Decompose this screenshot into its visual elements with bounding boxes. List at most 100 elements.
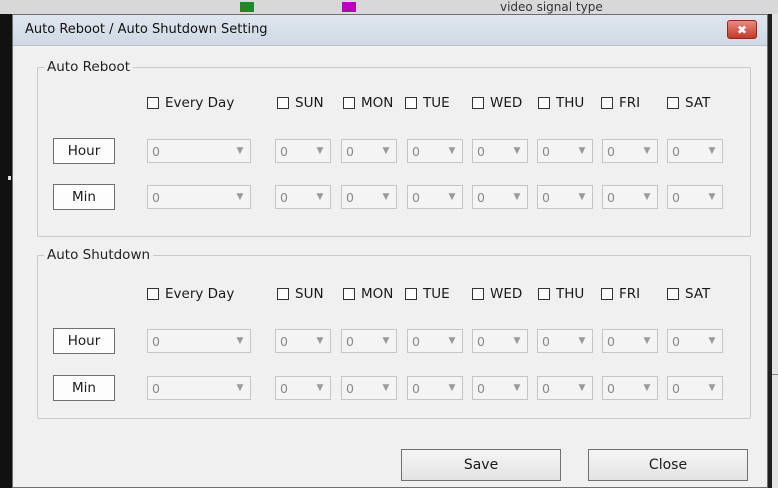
dropdown-arrow-icon[interactable]: ▼: [705, 381, 719, 395]
shutdown-hour-mon-select[interactable]: 0 ▼: [341, 329, 397, 353]
dropdown-arrow-icon[interactable]: ▼: [445, 144, 459, 158]
checkbox-icon[interactable]: [472, 97, 484, 109]
shutdown-hour-tue-select[interactable]: 0 ▼: [407, 329, 463, 353]
dropdown-arrow-icon[interactable]: ▼: [233, 144, 247, 158]
dropdown-arrow-icon[interactable]: ▼: [313, 190, 327, 204]
close-button[interactable]: Close: [588, 449, 748, 481]
dropdown-arrow-icon[interactable]: ▼: [379, 381, 393, 395]
shutdown-sat-checkbox[interactable]: SAT: [667, 284, 710, 304]
dropdown-arrow-icon[interactable]: ▼: [705, 334, 719, 348]
checkbox-icon[interactable]: [601, 288, 613, 300]
checkbox-icon[interactable]: [667, 97, 679, 109]
checkbox-icon[interactable]: [277, 97, 289, 109]
dropdown-arrow-icon[interactable]: ▼: [379, 190, 393, 204]
shutdown-sun-checkbox[interactable]: SUN: [277, 284, 324, 304]
reboot-min-every-day-select[interactable]: 0 ▼: [147, 185, 251, 209]
checkbox-icon[interactable]: [601, 97, 613, 109]
shutdown-hour-button[interactable]: Hour: [53, 328, 115, 354]
shutdown-hour-every-day-select[interactable]: 0 ▼: [147, 329, 251, 353]
dropdown-arrow-icon[interactable]: ▼: [510, 144, 524, 158]
dropdown-arrow-icon[interactable]: ▼: [510, 334, 524, 348]
dropdown-arrow-icon[interactable]: ▼: [510, 381, 524, 395]
checkbox-icon[interactable]: [405, 97, 417, 109]
reboot-hour-sun-select[interactable]: 0 ▼: [275, 139, 331, 163]
reboot-tue-checkbox[interactable]: TUE: [405, 93, 450, 113]
checkbox-icon[interactable]: [472, 288, 484, 300]
reboot-hour-tue-select[interactable]: 0 ▼: [407, 139, 463, 163]
checkbox-icon[interactable]: [667, 288, 679, 300]
shutdown-wed-checkbox[interactable]: WED: [472, 284, 522, 304]
reboot-min-sat-select[interactable]: 0 ▼: [667, 185, 723, 209]
checkbox-icon[interactable]: [538, 97, 550, 109]
shutdown-min-button[interactable]: Min: [53, 375, 115, 401]
shutdown-hour-sat-select[interactable]: 0 ▼: [667, 329, 723, 353]
checkbox-icon[interactable]: [538, 288, 550, 300]
reboot-hour-button[interactable]: Hour: [53, 138, 115, 164]
reboot-hour-sat-select[interactable]: 0 ▼: [667, 139, 723, 163]
shutdown-min-mon-select[interactable]: 0 ▼: [341, 376, 397, 400]
checkbox-icon[interactable]: [147, 97, 159, 109]
reboot-min-fri-select[interactable]: 0 ▼: [602, 185, 658, 209]
shutdown-every-day-checkbox[interactable]: Every Day: [147, 284, 234, 304]
shutdown-hour-wed-select[interactable]: 0 ▼: [472, 329, 528, 353]
dropdown-arrow-icon[interactable]: ▼: [575, 381, 589, 395]
checkbox-icon[interactable]: [277, 288, 289, 300]
shutdown-min-sun-select[interactable]: 0 ▼: [275, 376, 331, 400]
reboot-thu-checkbox[interactable]: THU: [538, 93, 584, 113]
reboot-min-mon-select[interactable]: 0 ▼: [341, 185, 397, 209]
dropdown-arrow-icon[interactable]: ▼: [313, 381, 327, 395]
shutdown-hour-thu-select[interactable]: 0 ▼: [537, 329, 593, 353]
dropdown-arrow-icon[interactable]: ▼: [445, 190, 459, 204]
reboot-hour-thu-select[interactable]: 0 ▼: [537, 139, 593, 163]
dropdown-arrow-icon[interactable]: ▼: [379, 334, 393, 348]
shutdown-thu-checkbox[interactable]: THU: [538, 284, 584, 304]
checkbox-icon[interactable]: [343, 288, 355, 300]
reboot-wed-checkbox[interactable]: WED: [472, 93, 522, 113]
reboot-hour-every-day-select[interactable]: 0 ▼: [147, 139, 251, 163]
dropdown-arrow-icon[interactable]: ▼: [510, 190, 524, 204]
shutdown-min-tue-select[interactable]: 0 ▼: [407, 376, 463, 400]
title-bar[interactable]: Auto Reboot / Auto Shutdown Setting ✖: [13, 15, 767, 46]
shutdown-min-thu-select[interactable]: 0 ▼: [537, 376, 593, 400]
reboot-min-wed-select[interactable]: 0 ▼: [472, 185, 528, 209]
checkbox-icon[interactable]: [405, 288, 417, 300]
shutdown-min-wed-select[interactable]: 0 ▼: [472, 376, 528, 400]
shutdown-hour-fri-select[interactable]: 0 ▼: [602, 329, 658, 353]
reboot-fri-checkbox[interactable]: FRI: [601, 93, 640, 113]
dropdown-arrow-icon[interactable]: ▼: [640, 144, 654, 158]
dropdown-arrow-icon[interactable]: ▼: [313, 334, 327, 348]
shutdown-mon-checkbox[interactable]: MON: [343, 284, 393, 304]
dropdown-arrow-icon[interactable]: ▼: [705, 144, 719, 158]
dropdown-arrow-icon[interactable]: ▼: [233, 334, 247, 348]
reboot-hour-wed-select[interactable]: 0 ▼: [472, 139, 528, 163]
dropdown-arrow-icon[interactable]: ▼: [445, 334, 459, 348]
shutdown-tue-checkbox[interactable]: TUE: [405, 284, 450, 304]
shutdown-min-every-day-select[interactable]: 0 ▼: [147, 376, 251, 400]
dropdown-arrow-icon[interactable]: ▼: [575, 144, 589, 158]
dropdown-arrow-icon[interactable]: ▼: [313, 144, 327, 158]
dropdown-arrow-icon[interactable]: ▼: [379, 144, 393, 158]
reboot-every-day-checkbox[interactable]: Every Day: [147, 93, 234, 113]
checkbox-icon[interactable]: [343, 97, 355, 109]
shutdown-hour-sun-select[interactable]: 0 ▼: [275, 329, 331, 353]
reboot-hour-fri-select[interactable]: 0 ▼: [602, 139, 658, 163]
reboot-min-thu-select[interactable]: 0 ▼: [537, 185, 593, 209]
save-button[interactable]: Save: [401, 449, 561, 481]
shutdown-fri-checkbox[interactable]: FRI: [601, 284, 640, 304]
reboot-min-sun-select[interactable]: 0 ▼: [275, 185, 331, 209]
reboot-hour-mon-select[interactable]: 0 ▼: [341, 139, 397, 163]
dropdown-arrow-icon[interactable]: ▼: [640, 381, 654, 395]
reboot-min-tue-select[interactable]: 0 ▼: [407, 185, 463, 209]
dropdown-arrow-icon[interactable]: ▼: [640, 190, 654, 204]
dropdown-arrow-icon[interactable]: ▼: [233, 381, 247, 395]
dropdown-arrow-icon[interactable]: ▼: [445, 381, 459, 395]
reboot-min-button[interactable]: Min: [53, 184, 115, 210]
reboot-sun-checkbox[interactable]: SUN: [277, 93, 324, 113]
dropdown-arrow-icon[interactable]: ▼: [640, 334, 654, 348]
reboot-sat-checkbox[interactable]: SAT: [667, 93, 710, 113]
dropdown-arrow-icon[interactable]: ▼: [575, 334, 589, 348]
dropdown-arrow-icon[interactable]: ▼: [705, 190, 719, 204]
reboot-mon-checkbox[interactable]: MON: [343, 93, 393, 113]
shutdown-min-sat-select[interactable]: 0 ▼: [667, 376, 723, 400]
close-icon[interactable]: ✖: [727, 20, 757, 39]
